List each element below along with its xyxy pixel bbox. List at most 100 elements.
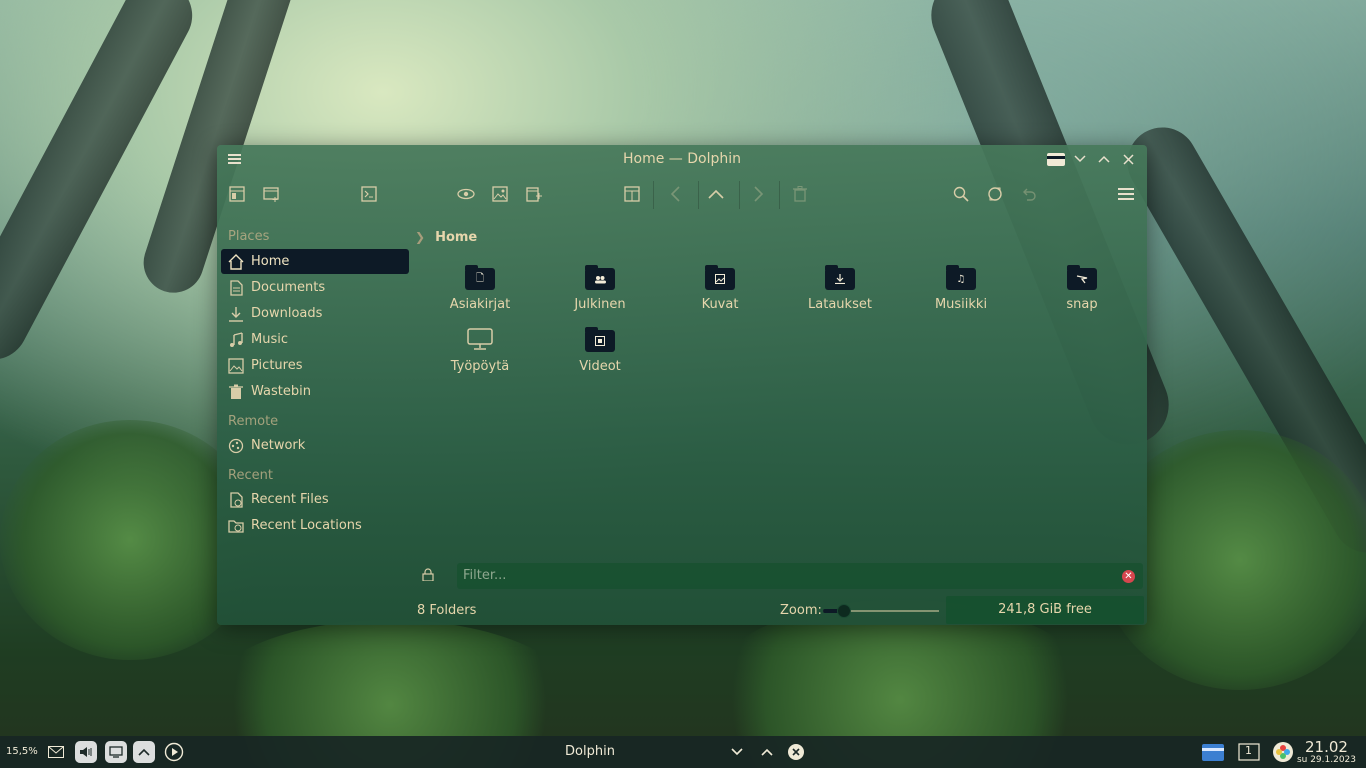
- breadcrumb: ❯ Home: [415, 227, 477, 247]
- sidebar-item-home[interactable]: Home: [221, 249, 409, 274]
- folder-item[interactable]: Julkinen: [545, 265, 655, 312]
- new-window-button[interactable]: [521, 181, 547, 207]
- close-task-icon[interactable]: [785, 741, 807, 763]
- up-button[interactable]: [703, 181, 729, 207]
- zoom-label: Zoom:: [780, 603, 822, 618]
- sidebar-item-label: Recent Locations: [251, 518, 362, 533]
- sidebar-item-music[interactable]: Music: [221, 327, 409, 352]
- titlebar: Home — Dolphin: [217, 145, 1147, 173]
- folder-item[interactable]: Videot: [545, 327, 655, 374]
- split-view-button[interactable]: [619, 181, 645, 207]
- folder-label: snap: [1066, 297, 1098, 312]
- dolphin-window: Home — Dolphin Places Home Documents Dow…: [217, 145, 1147, 625]
- clock-time: 21.02: [1304, 738, 1348, 756]
- folder-documents-icon: 🗋: [465, 265, 495, 290]
- menu-button[interactable]: [1113, 181, 1139, 207]
- folder-label: Asiakirjat: [449, 297, 511, 312]
- folder-app-icon: [1046, 149, 1066, 169]
- remote-heading: Remote: [228, 414, 279, 429]
- wastebin-icon: [228, 384, 244, 400]
- undo-button[interactable]: [1016, 181, 1042, 207]
- volume-icon[interactable]: [75, 741, 97, 763]
- display-icon[interactable]: [105, 741, 127, 763]
- free-space-indicator: 241,8 GiB free: [946, 596, 1144, 624]
- sidebar-item-label: Wastebin: [251, 384, 311, 399]
- maximize-icon[interactable]: [1094, 149, 1114, 169]
- chevron-right-icon[interactable]: ❯: [415, 230, 425, 244]
- folder-item[interactable]: Työpöytä: [425, 327, 535, 374]
- chevron-down-icon[interactable]: [726, 741, 748, 763]
- zoom-slider[interactable]: [823, 604, 939, 618]
- expand-tray-icon[interactable]: [133, 741, 155, 763]
- clear-filter-icon[interactable]: ✕: [1122, 570, 1135, 583]
- folder-item[interactable]: 🗋 Asiakirjat: [425, 265, 535, 312]
- forward-button[interactable]: [745, 181, 771, 207]
- workspace-switcher[interactable]: 1: [1238, 741, 1260, 763]
- sidebar-item-label: Network: [251, 438, 306, 453]
- lock-icon[interactable]: [422, 568, 436, 582]
- minimize-icon[interactable]: [1070, 149, 1090, 169]
- window-title: Home — Dolphin: [622, 151, 741, 167]
- refresh-button[interactable]: [982, 181, 1008, 207]
- sidebar-item-wastebin[interactable]: Wastebin: [221, 379, 409, 404]
- folder-item[interactable]: snap: [1027, 265, 1137, 312]
- workspace-number: 1: [1245, 744, 1252, 757]
- sidebar-item-pictures[interactable]: Pictures: [221, 353, 409, 378]
- sidebar-item-downloads[interactable]: Downloads: [221, 301, 409, 326]
- folder-item[interactable]: Lataukset: [785, 265, 895, 312]
- color-picker-icon[interactable]: [1272, 741, 1294, 763]
- sidebar-item-label: Home: [251, 254, 290, 269]
- folder-downloads-icon: [825, 265, 855, 290]
- recent-heading: Recent: [228, 468, 273, 483]
- recent-locations-icon: [228, 518, 244, 534]
- terminal-button[interactable]: [356, 181, 382, 207]
- places-panel-button[interactable]: [224, 181, 250, 207]
- taskbar: 15,5% Dolphin 1 21.02 su 29.1.2023: [0, 736, 1366, 768]
- folder-pictures-icon: [705, 265, 735, 290]
- sidebar-item-recent-files[interactable]: Recent Files: [221, 487, 409, 512]
- status-summary: 8 Folders: [417, 603, 477, 618]
- preview-button[interactable]: [453, 181, 479, 207]
- sidebar-item-documents[interactable]: Documents: [221, 275, 409, 300]
- clock[interactable]: 21.02 su 29.1.2023: [1297, 738, 1356, 765]
- search-button[interactable]: [948, 181, 974, 207]
- folder-item[interactable]: Kuvat: [665, 265, 775, 312]
- places-heading: Places: [228, 229, 270, 244]
- sidebar-item-label: Documents: [251, 280, 326, 295]
- sidebar-item-label: Pictures: [251, 358, 303, 373]
- back-button[interactable]: [663, 181, 689, 207]
- sidebar-item-network[interactable]: Network: [221, 433, 409, 458]
- sidebar-item-label: Recent Files: [251, 492, 329, 507]
- zoom-slider-handle[interactable]: [836, 604, 851, 618]
- folder-label: Kuvat: [701, 297, 739, 312]
- folder-label: Julkinen: [574, 297, 626, 312]
- file-manager-icon[interactable]: [1202, 741, 1224, 763]
- cpu-usage: 15,5%: [6, 746, 38, 757]
- music-icon: [228, 331, 244, 348]
- chevron-up-icon[interactable]: [756, 741, 778, 763]
- pictures-icon: [228, 357, 244, 374]
- desktop-icon: [466, 327, 494, 352]
- image-view-button[interactable]: [487, 181, 513, 207]
- folder-music-icon: ♫: [946, 265, 976, 290]
- filter-input[interactable]: Filter...: [463, 568, 506, 583]
- mail-icon[interactable]: [45, 741, 67, 763]
- close-icon[interactable]: [1118, 149, 1138, 169]
- new-tab-button[interactable]: [258, 181, 284, 207]
- active-task-title[interactable]: Dolphin: [540, 744, 640, 759]
- folder-label: Videot: [579, 359, 621, 374]
- sidebar-item-recent-locations[interactable]: Recent Locations: [221, 513, 409, 538]
- delete-button[interactable]: [787, 181, 813, 207]
- sidebar-item-label: Downloads: [251, 306, 323, 321]
- clock-date: su 29.1.2023: [1296, 755, 1356, 765]
- breadcrumb-home[interactable]: Home: [435, 230, 477, 245]
- filter-field[interactable]: Filter... ✕: [457, 563, 1143, 589]
- folder-item[interactable]: ♫ Musiikki: [906, 265, 1016, 312]
- recent-files-icon: [228, 491, 244, 508]
- media-play-icon[interactable]: [163, 741, 185, 763]
- folder-label: Lataukset: [808, 297, 872, 312]
- folder-snap-icon: [1067, 265, 1097, 290]
- documents-icon: [228, 279, 244, 296]
- sidebar-item-label: Music: [251, 332, 288, 347]
- folder-label: Musiikki: [934, 297, 988, 312]
